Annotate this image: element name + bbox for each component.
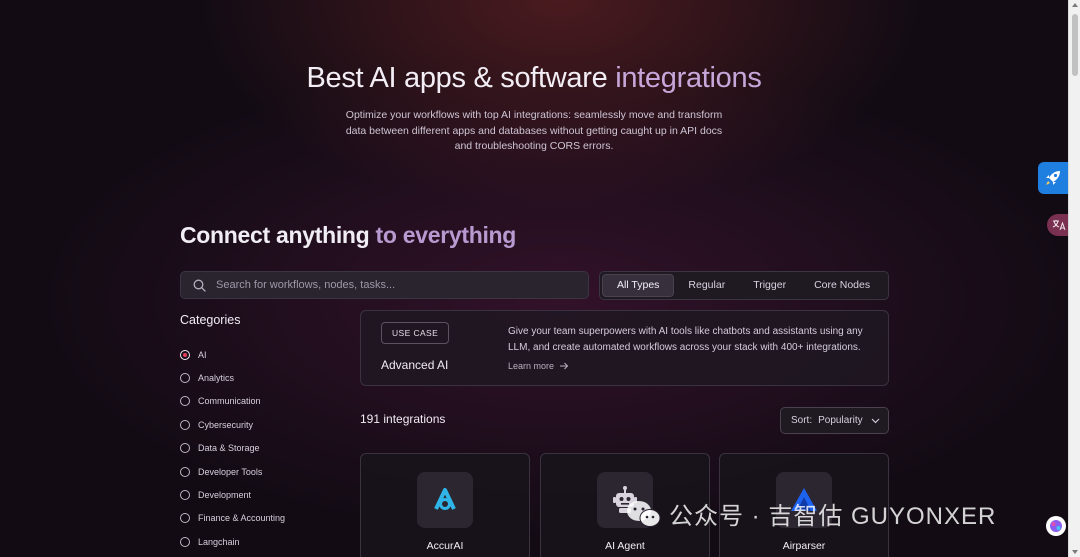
arrow-right-icon <box>560 362 569 370</box>
use-case-badge: USE CASE <box>381 322 450 344</box>
category-label: AI <box>198 349 207 360</box>
sort-value: Popularity <box>818 415 863 426</box>
scrollbar-thumb[interactable] <box>1072 14 1078 76</box>
tab-trigger[interactable]: Trigger <box>739 274 800 297</box>
radio-icon[interactable] <box>180 419 190 430</box>
radio-icon[interactable] <box>180 536 190 547</box>
use-case-title: Advanced AI <box>381 358 449 372</box>
translate-icon <box>1052 220 1066 231</box>
vertical-scrollbar[interactable] <box>1068 0 1080 557</box>
learn-more-label: Learn more <box>508 361 555 371</box>
category-list: AI Analytics Communication Cybersecurity… <box>180 343 285 554</box>
radio-icon[interactable] <box>180 466 190 477</box>
radio-icon[interactable] <box>180 443 190 454</box>
tab-core-nodes[interactable]: Core Nodes <box>800 274 884 297</box>
radio-icon[interactable] <box>180 373 190 384</box>
category-label: Communication <box>198 396 261 407</box>
category-item-development[interactable]: Development <box>180 483 285 506</box>
search-icon <box>193 279 206 292</box>
category-label: Finance & Accounting <box>198 513 286 524</box>
ai-assistant-button[interactable] <box>1046 516 1066 536</box>
type-tabs: All Types Regular Trigger Core Nodes <box>599 271 889 300</box>
watermark-text: 公众号 · 吉智估 GUYONXER <box>669 503 997 530</box>
sparkle-icon <box>1050 520 1062 532</box>
category-item-ai[interactable]: AI <box>180 343 285 366</box>
category-label: Development <box>198 490 252 501</box>
section-title: Connect anything to everything <box>180 222 516 249</box>
section-title-main: Connect anything <box>180 222 376 248</box>
search-box[interactable] <box>180 271 589 299</box>
categories-title: Categories <box>180 313 241 327</box>
wechat-icon <box>627 500 661 527</box>
category-label: Analytics <box>198 373 235 384</box>
search-input[interactable] <box>214 278 588 292</box>
scroll-up-arrow-icon[interactable] <box>1072 3 1078 7</box>
category-item-langchain[interactable]: Langchain <box>180 530 285 553</box>
use-case-card[interactable]: USE CASE Advanced AI Give your team supe… <box>360 310 889 386</box>
integration-card-accurai[interactable]: AccurAI <box>360 453 530 557</box>
category-label: Developer Tools <box>198 466 263 477</box>
hero-title: Best AI apps & software integrations <box>0 62 1068 95</box>
category-item-analytics[interactable]: Analytics <box>180 366 285 389</box>
radio-icon[interactable] <box>180 490 190 501</box>
rocket-widget-button[interactable] <box>1038 162 1068 194</box>
chevron-down-icon <box>871 418 880 423</box>
watermark: 公众号 · 吉智估 GUYONXER <box>625 496 996 531</box>
hero-subtitle: Optimize your workflows with top AI inte… <box>345 109 723 152</box>
translate-widget-button[interactable] <box>1047 214 1068 236</box>
page: Best AI apps & software integrations Opt… <box>0 0 1068 557</box>
radio-checked-icon[interactable] <box>180 349 190 360</box>
category-label: Langchain <box>198 536 240 547</box>
radio-icon[interactable] <box>180 396 190 407</box>
use-case-description: Give your team superpowers with AI tools… <box>508 326 863 353</box>
scroll-down-arrow-icon[interactable] <box>1072 550 1078 554</box>
integration-count: 191 integrations <box>360 412 446 426</box>
category-label: Cybersecurity <box>198 419 254 430</box>
category-item-developer-tools[interactable]: Developer Tools <box>180 460 285 483</box>
category-label: Data & Storage <box>198 443 260 454</box>
integration-name: AI Agent <box>605 540 645 552</box>
integration-name: Airparser <box>782 540 826 552</box>
accurai-logo-icon <box>417 472 473 528</box>
integration-name: AccurAI <box>426 540 464 552</box>
learn-more-link[interactable]: Learn more <box>508 361 569 371</box>
category-item-communication[interactable]: Communication <box>180 390 285 413</box>
tab-regular[interactable]: Regular <box>674 274 739 297</box>
radio-icon[interactable] <box>180 513 190 524</box>
hero-title-accent: integrations <box>615 62 762 94</box>
section-title-accent: to everything <box>375 222 517 248</box>
hero-title-main: Best AI apps & software <box>306 62 616 94</box>
tab-all-types[interactable]: All Types <box>602 274 675 297</box>
sort-dropdown[interactable]: Sort: Popularity <box>780 407 889 434</box>
category-item-data-storage[interactable]: Data & Storage <box>180 437 285 460</box>
sort-label: Sort: <box>791 415 813 426</box>
category-item-cybersecurity[interactable]: Cybersecurity <box>180 413 285 436</box>
rocket-icon <box>1046 171 1060 185</box>
category-item-finance-accounting[interactable]: Finance & Accounting <box>180 507 285 530</box>
